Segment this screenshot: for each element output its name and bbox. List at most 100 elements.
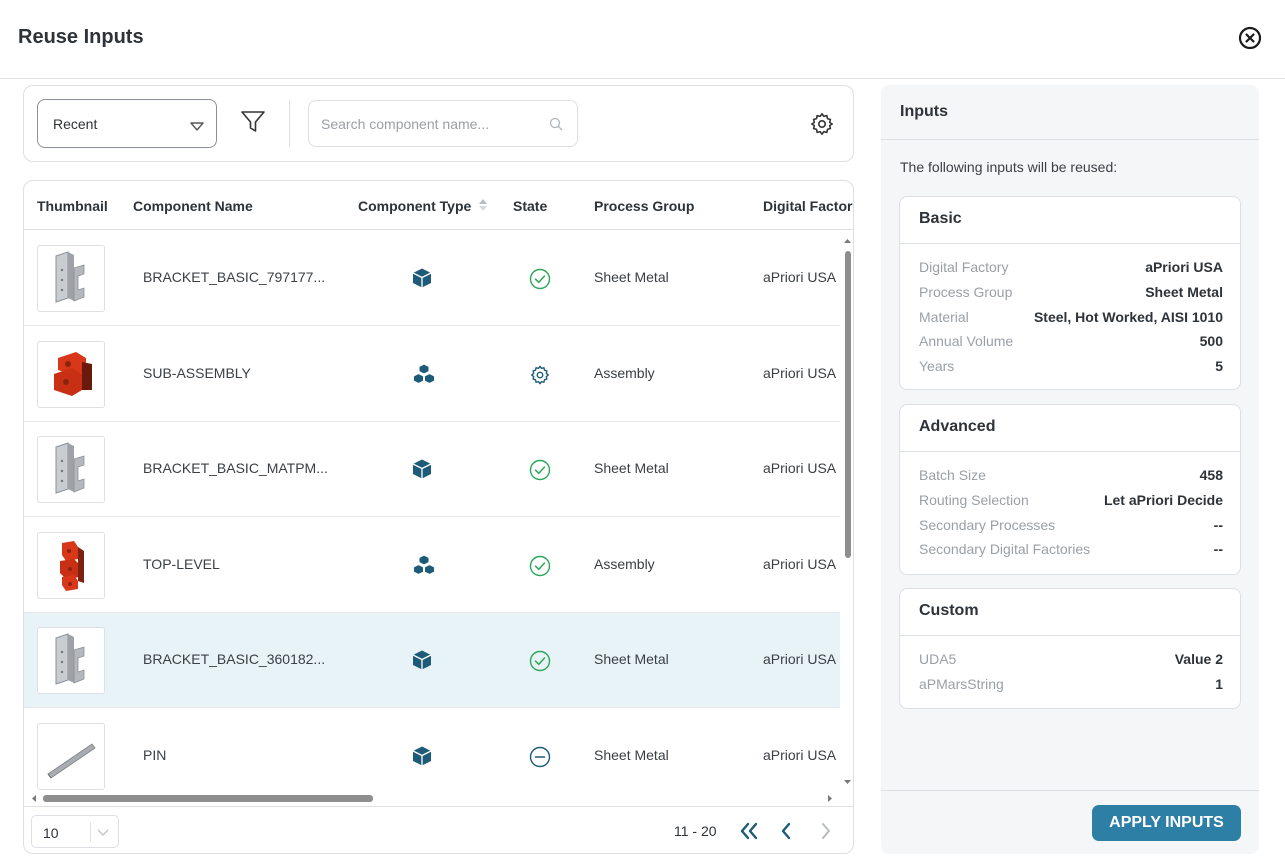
page-range: 11 - 20 [674, 823, 717, 839]
process-group: Sheet Metal [594, 746, 669, 763]
recent-dropdown[interactable]: Recent [37, 99, 217, 148]
input-value: Let aPriori Decide [1103, 491, 1223, 508]
divider [900, 451, 1240, 452]
table-row[interactable]: SUB-ASSEMBLY Assembly aPriori USA [24, 327, 840, 422]
input-value: 1 [1215, 675, 1223, 692]
process-group: Sheet Metal [594, 269, 669, 285]
settings-gear-icon[interactable] [810, 112, 834, 141]
page-size-divider [90, 822, 91, 842]
basic-inputs-card: Basic Digital Factory aPriori USA Process … [899, 196, 1241, 390]
digital-factory: aPriori USA [763, 746, 837, 763]
card-title: Custom [919, 602, 979, 619]
filter-icon[interactable] [240, 110, 266, 139]
column-header-state[interactable]: State [513, 198, 547, 214]
digital-factory: aPriori USA [763, 555, 837, 572]
table-footer: 10 11 - 20 [24, 806, 853, 853]
table-row[interactable]: BRACKET_BASIC_797177... Sheet Metal aPrior… [24, 231, 840, 326]
search-box[interactable] [308, 100, 578, 147]
table-row[interactable]: BRACKET_BASIC_MATPM... Sheet Metal aPriori… [24, 422, 840, 517]
input-row: aPMarsString 1 [919, 676, 1223, 696]
assembly-cubes-icon [411, 553, 437, 581]
minus-circle-icon [529, 746, 551, 773]
component-thumbnail [37, 627, 105, 694]
component-name: BRACKET_BASIC_360182... [143, 651, 326, 667]
check-circle-icon [529, 268, 551, 295]
column-header-component-name[interactable]: Component Name [133, 198, 253, 214]
column-header-digital-factory[interactable]: Digital Factory [763, 198, 853, 214]
digital-factory: aPriori USA [763, 269, 837, 285]
card-title: Advanced [919, 418, 996, 435]
input-label: Digital Factory [919, 259, 1009, 275]
scroll-down-icon[interactable] [840, 776, 854, 788]
inputs-panel: Inputs The following inputs will be reus… [881, 85, 1259, 854]
gear-icon [529, 364, 551, 391]
toolbar-divider [289, 100, 290, 147]
input-row: UDA5 Value 2 [919, 651, 1223, 671]
divider [881, 139, 1259, 140]
scroll-up-icon[interactable] [840, 235, 854, 247]
input-row: Digital Factory aPriori USA [919, 259, 1223, 279]
custom-inputs-card: Custom UDA5 Value 2 aPMarsString 1 [899, 588, 1241, 709]
part-cube-icon [411, 458, 433, 485]
component-name: PIN [143, 746, 167, 763]
input-value: Value 2 [1174, 651, 1223, 667]
check-circle-icon [529, 459, 551, 486]
table-header: Thumbnail Component Name Component Type … [24, 181, 853, 230]
sort-icon[interactable] [478, 198, 488, 217]
advanced-inputs-card: Advanced Batch Size 458 Routing Selection L… [899, 404, 1241, 575]
input-value: 500 [1199, 333, 1223, 350]
component-thumbnail [37, 531, 105, 599]
search-icon[interactable] [549, 117, 563, 136]
input-row: Years 5 [919, 358, 1223, 378]
process-group: Assembly [594, 364, 655, 381]
component-name: BRACKET_BASIC_MATPM... [143, 460, 328, 476]
vertical-scroll-thumb[interactable] [845, 251, 851, 558]
column-header-component-type[interactable]: Component Type [358, 198, 471, 214]
dropdown-value: Recent [53, 116, 98, 132]
scroll-right-icon[interactable] [824, 791, 836, 806]
search-input[interactable] [321, 113, 541, 135]
dialog-title: Reuse Inputs [18, 26, 144, 48]
process-group: Sheet Metal [594, 460, 669, 476]
input-row: Process Group Sheet Metal [919, 284, 1223, 304]
input-value: aPriori USA [1145, 259, 1223, 275]
input-value: -- [1213, 516, 1223, 533]
divider [900, 635, 1240, 636]
input-label: Secondary Digital Factories [919, 541, 1091, 558]
column-header-process-group[interactable]: Process Group [594, 198, 694, 214]
input-value: -- [1213, 541, 1223, 558]
horizontal-scrollbar[interactable] [24, 791, 840, 806]
input-label: Secondary Processes [919, 516, 1056, 533]
process-group: Sheet Metal [594, 651, 669, 667]
divider [881, 790, 1259, 791]
column-header-thumbnail[interactable]: Thumbnail [37, 198, 108, 214]
first-page-icon[interactable] [738, 821, 760, 846]
component-thumbnail [37, 722, 105, 790]
page-size-select[interactable]: 10 [31, 815, 119, 848]
component-thumbnail [37, 340, 105, 408]
vertical-scrollbar[interactable] [840, 231, 854, 791]
input-value: Steel, Hot Worked, AISI 1010 [1033, 308, 1223, 325]
input-label: Process Group [919, 283, 1013, 300]
input-value: Sheet Metal [1145, 283, 1223, 300]
horizontal-scroll-thumb[interactable] [43, 795, 373, 802]
input-label: Material [919, 308, 969, 325]
digital-factory: aPriori USA [763, 460, 837, 476]
component-toolbar: Recent [23, 85, 854, 162]
apply-inputs-button[interactable]: APPLY INPUTS [1092, 805, 1241, 841]
part-cube-icon [411, 267, 433, 294]
table-row[interactable]: BRACKET_BASIC_360182... Sheet Metal aPrior… [24, 613, 840, 708]
component-name: BRACKET_BASIC_797177... [143, 269, 326, 285]
scroll-left-icon[interactable] [28, 791, 40, 806]
table-row[interactable]: TOP-LEVEL Assembly aPriori USA [24, 518, 840, 613]
previous-page-icon[interactable] [778, 821, 794, 846]
close-icon[interactable] [1238, 26, 1262, 50]
table-row[interactable]: PIN Sheet Metal aPriori USA [24, 709, 840, 804]
inputs-intro-text: The following inputs will be reused: [900, 159, 1118, 175]
next-page-icon[interactable] [818, 821, 834, 846]
check-circle-icon [529, 650, 551, 677]
check-circle-icon [529, 555, 551, 582]
input-label: UDA5 [919, 651, 957, 667]
chevron-down-icon [190, 119, 204, 137]
card-title: Basic [919, 210, 962, 227]
